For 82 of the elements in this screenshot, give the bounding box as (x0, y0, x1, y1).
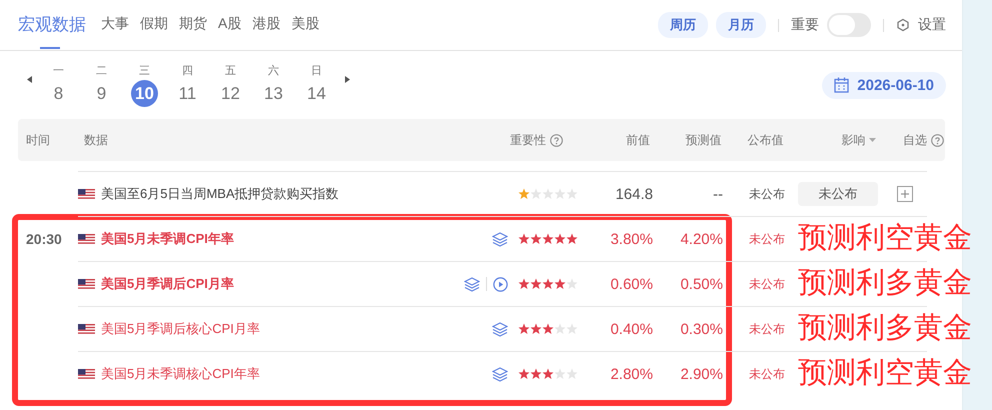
column-header: 自选 (903, 132, 928, 148)
star-filled-icon (518, 368, 530, 380)
column-header: 影响 (841, 132, 866, 148)
time-cell: 20:30 (26, 230, 62, 246)
calendar-icon (834, 77, 850, 93)
column-header: 时间 (26, 132, 50, 148)
event-name: 美国至6月5日当周MBA抵押贷款购买指数 (101, 185, 339, 203)
star-filled-icon (530, 278, 542, 290)
forecast-value: 0.50% (680, 276, 723, 292)
day-button[interactable]: 日 14 (295, 63, 338, 107)
column-header: 公布值 (748, 132, 784, 148)
date-button[interactable]: 2026-06-10 (822, 72, 946, 98)
star-filled-icon (542, 233, 554, 245)
event-name: 美国5月未季调CPI年率 (101, 230, 234, 248)
view-button[interactable]: 周历 (658, 12, 708, 38)
star-filled-icon (566, 233, 578, 245)
tab[interactable]: 宏观数据 (18, 0, 86, 50)
hexagon-icon (896, 18, 910, 32)
tab[interactable]: A股 (218, 0, 242, 50)
previous-value: 0.60% (610, 276, 653, 292)
previous-arrow-icon (26, 74, 33, 84)
forecast-value: 4.20% (680, 230, 723, 248)
star-filled-icon (518, 278, 530, 290)
event-name: 美国5月未季调核心CPI年率 (101, 365, 260, 383)
forecast-value: 0.30% (680, 320, 723, 338)
toggle-label: 重要 (791, 16, 819, 34)
caret-icon (869, 138, 876, 142)
published-value: 未公布 (749, 276, 785, 292)
help-icon (550, 134, 563, 146)
flag-icon (78, 188, 95, 200)
previous-value: 164.8 (615, 186, 653, 202)
star-filled-icon (542, 278, 554, 290)
published-value: 未公布 (749, 366, 785, 382)
previous-value: 2.80% (610, 366, 653, 382)
tab[interactable]: 大事 (101, 0, 129, 50)
next-arrow-icon (344, 74, 351, 84)
view-button[interactable]: 月历 (716, 12, 766, 38)
day-button[interactable]: 一 8 (37, 63, 80, 107)
tab[interactable]: 港股 (252, 0, 280, 50)
annotation-text: 预测利空黄金 (798, 221, 972, 256)
column-header: 重要性 (510, 132, 546, 148)
forecast-value: -- (713, 186, 723, 202)
published-value: 未公布 (749, 230, 785, 248)
impact-badge: 未公布 (798, 182, 878, 206)
tab[interactable]: 美股 (291, 0, 320, 50)
star-filled-icon (518, 233, 530, 245)
star-filled-icon (542, 368, 554, 380)
tab[interactable]: 假期 (140, 0, 168, 50)
flag-icon (78, 234, 95, 244)
star-filled-icon (554, 233, 566, 245)
day-button[interactable]: 六 13 (252, 63, 295, 107)
flag-icon (78, 278, 95, 290)
published-value: 未公布 (749, 186, 785, 202)
annotation-text: 预测利空黄金 (798, 356, 972, 391)
event-name: 美国5月季调后核心CPI月率 (101, 320, 260, 338)
day-button[interactable]: 三 10 (123, 63, 166, 107)
star-filled-icon (530, 323, 542, 335)
published-value: 未公布 (749, 320, 785, 338)
star-filled-icon (518, 188, 530, 200)
day-button[interactable]: 二 9 (80, 63, 123, 107)
help-icon (931, 134, 944, 146)
forecast-value: 2.90% (680, 366, 723, 382)
column-header: 数据 (84, 132, 108, 148)
event-name: 美国5月季调后CPI月率 (101, 275, 234, 293)
flag-icon (78, 324, 95, 334)
star-filled-icon (554, 278, 566, 290)
column-header: 前值 (626, 132, 650, 148)
tab[interactable]: 期货 (179, 0, 207, 50)
annotation-text: 预测利多黄金 (798, 311, 972, 346)
day-button[interactable]: 四 11 (166, 63, 209, 107)
settings-button[interactable]: 设置 (896, 16, 946, 34)
column-header: 预测值 (686, 132, 722, 148)
day-button[interactable]: 五 12 (209, 63, 252, 107)
add-icon (897, 186, 913, 202)
annotation-text: 预测利多黄金 (798, 266, 972, 301)
star-filled-icon (530, 368, 542, 380)
star-filled-icon (530, 233, 542, 245)
star-filled-icon (518, 323, 530, 335)
star-filled-icon (542, 323, 554, 335)
previous-value: 3.80% (610, 230, 653, 248)
flag-icon (78, 368, 95, 380)
previous-value: 0.40% (610, 320, 653, 338)
